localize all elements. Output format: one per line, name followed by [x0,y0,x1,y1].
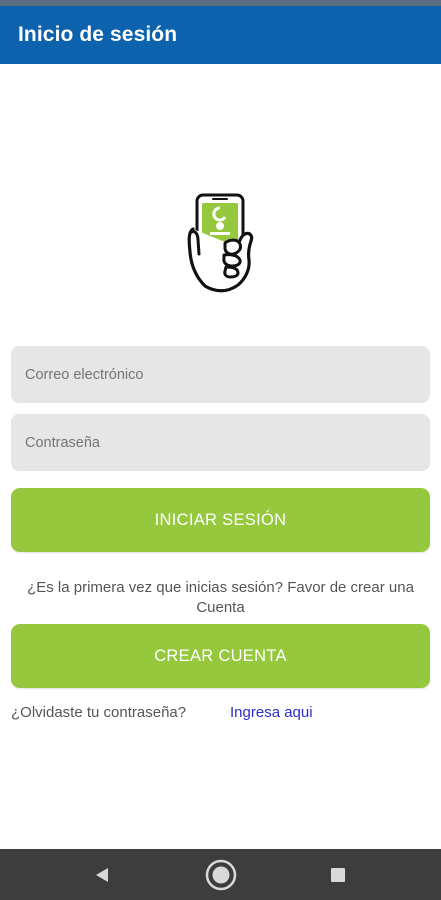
back-button[interactable] [72,849,132,900]
create-account-button[interactable]: CREAR CUENTA [11,624,430,688]
home-circle-icon [205,859,237,890]
password-field[interactable] [11,414,430,471]
forgot-password-row: ¿Olvidaste tu contraseña? Ingresa aqui [11,703,430,723]
recents-button[interactable] [308,849,368,900]
first-time-hint: ¿Es la primera vez que inicias sesión? F… [27,579,414,616]
login-screen: Inicio de sesión INICIAR SESIÓN ¿Es la p… [0,0,441,900]
home-button[interactable] [191,849,251,900]
system-nav-bar [0,849,441,900]
forgot-password-link[interactable]: Ingresa aqui [230,703,313,723]
back-triangle-icon [96,867,108,882]
recents-square-icon [331,867,345,882]
hand-holding-phone-icon [183,192,259,296]
page-title: Inicio de sesión [18,23,178,46]
email-field[interactable] [11,346,430,403]
app-bar: Inicio de sesión [0,6,441,64]
forgot-password-text: ¿Olvidaste tu contraseña? [11,704,187,721]
login-button[interactable]: INICIAR SESIÓN [11,488,430,552]
